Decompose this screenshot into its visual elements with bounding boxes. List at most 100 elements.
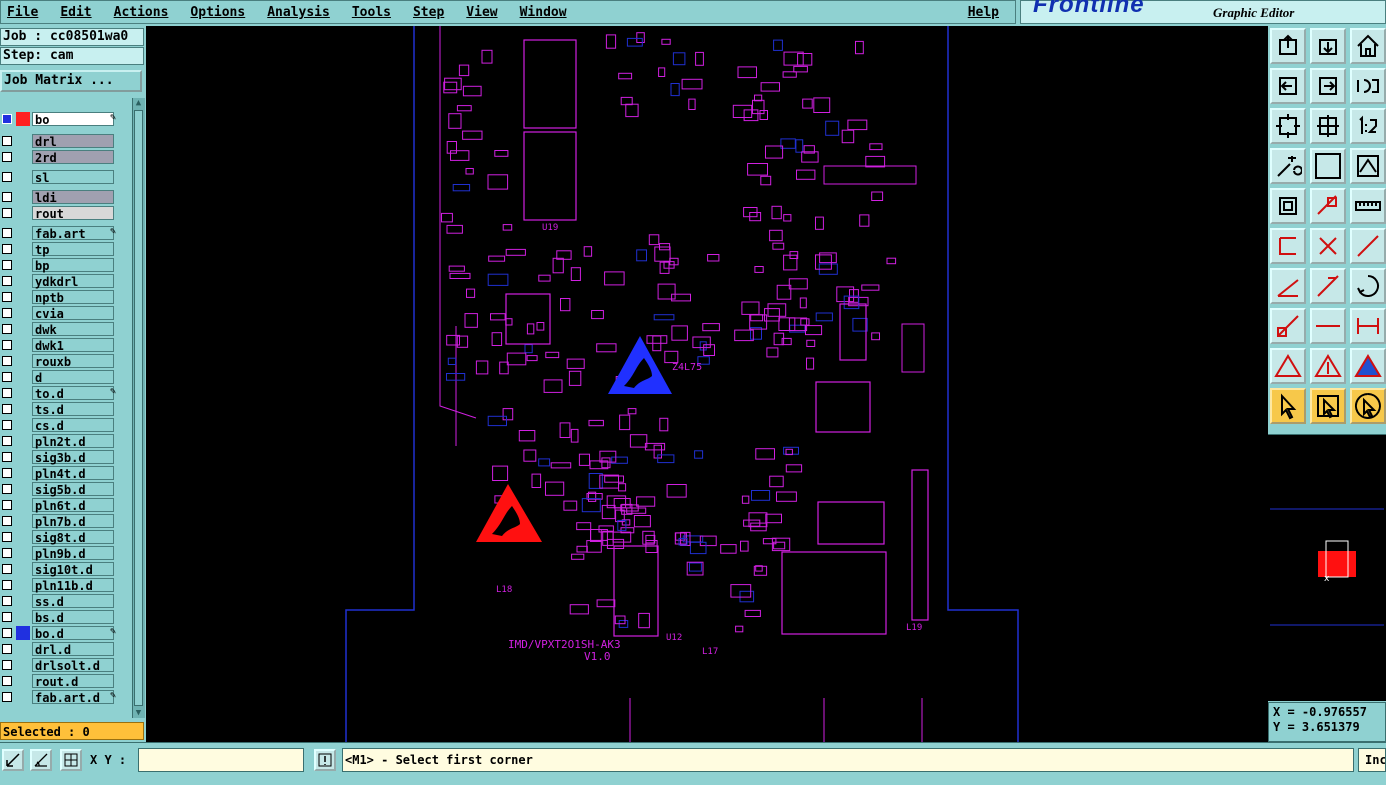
layer-checkbox[interactable] bbox=[2, 208, 12, 218]
layer-row-d[interactable]: d bbox=[0, 370, 118, 385]
layer-row-ydkdrl[interactable]: ydkdrl bbox=[0, 274, 118, 289]
rectangle-zoom-button[interactable] bbox=[1310, 188, 1346, 224]
layer-checkbox[interactable] bbox=[2, 372, 12, 382]
layer-color-swatch[interactable] bbox=[16, 386, 30, 400]
layer-checkbox[interactable] bbox=[2, 136, 12, 146]
layer-checkbox[interactable] bbox=[2, 260, 12, 270]
menu-actions[interactable]: Actions bbox=[114, 5, 169, 20]
layer-name[interactable]: drlsolt.d bbox=[32, 658, 114, 673]
layer-name[interactable]: bp bbox=[32, 258, 114, 273]
node-select-button[interactable] bbox=[1270, 308, 1306, 344]
layer-row-dwk1[interactable]: dwk1 bbox=[0, 338, 118, 353]
layer-name[interactable]: rout.d bbox=[32, 674, 114, 689]
layer-name[interactable]: sig10t.d bbox=[32, 562, 114, 577]
layer-name[interactable]: sl bbox=[32, 170, 114, 185]
increment-indicator[interactable]: Inc bbox=[1358, 748, 1386, 772]
layer-row-cvia[interactable]: cvia bbox=[0, 306, 118, 321]
layer-name[interactable]: sig8t.d bbox=[32, 530, 114, 545]
layer-color-swatch[interactable] bbox=[16, 578, 30, 592]
layer-row-sig8t-d[interactable]: sig8t.d bbox=[0, 530, 118, 545]
triangle-outline-button[interactable] bbox=[1270, 348, 1306, 384]
layer-row-pln2t-d[interactable]: pln2t.d bbox=[0, 434, 118, 449]
layer-row-drl-d[interactable]: drl.d bbox=[0, 642, 118, 657]
layer-name[interactable]: bo.d bbox=[32, 626, 114, 641]
layer-checkbox[interactable] bbox=[2, 516, 12, 526]
layer-name[interactable]: sig3b.d bbox=[32, 450, 114, 465]
layer-color-swatch[interactable] bbox=[16, 450, 30, 464]
layer-row-ldi[interactable]: ldi bbox=[0, 190, 118, 205]
menu-help[interactable]: Help bbox=[968, 5, 999, 20]
job-matrix-button[interactable]: Job Matrix ... bbox=[0, 70, 142, 92]
layer-color-swatch[interactable] bbox=[16, 290, 30, 304]
delete-cross-button[interactable] bbox=[1310, 228, 1346, 264]
layer-checkbox[interactable] bbox=[2, 436, 12, 446]
layer-name[interactable]: to.d bbox=[32, 386, 114, 401]
layer-row-pln6t-d[interactable]: pln6t.d bbox=[0, 498, 118, 513]
layer-row-dwk[interactable]: dwk bbox=[0, 322, 118, 337]
layer-row-ts-d[interactable]: ts.d bbox=[0, 402, 118, 417]
scale-1-2-button[interactable] bbox=[1350, 108, 1386, 144]
layer-checkbox[interactable] bbox=[2, 628, 12, 638]
angle-mode-button[interactable] bbox=[30, 749, 52, 771]
layer-row-bs-d[interactable]: bs.d bbox=[0, 610, 118, 625]
layer-color-swatch[interactable] bbox=[16, 190, 30, 204]
layer-checkbox[interactable] bbox=[2, 548, 12, 558]
layer-checkbox[interactable] bbox=[2, 340, 12, 350]
layer-color-swatch[interactable] bbox=[16, 402, 30, 416]
layer-checkbox[interactable] bbox=[2, 192, 12, 202]
layer-checkbox[interactable] bbox=[2, 468, 12, 478]
layer-color-swatch[interactable] bbox=[16, 322, 30, 336]
layer-name[interactable]: pln9b.d bbox=[32, 546, 114, 561]
snap-mode-button[interactable] bbox=[2, 749, 24, 771]
layer-checkbox[interactable] bbox=[2, 228, 12, 238]
layer-checkbox[interactable] bbox=[2, 580, 12, 590]
layer-row-sig5b-d[interactable]: sig5b.d bbox=[0, 482, 118, 497]
layer-row-fab-art-d[interactable]: fab.art.d ✎ bbox=[0, 690, 118, 705]
layer-name[interactable]: d bbox=[32, 370, 114, 385]
layer-row-rout[interactable]: rout bbox=[0, 206, 118, 221]
layer-name[interactable]: pln7b.d bbox=[32, 514, 114, 529]
horizontal-line-button[interactable] bbox=[1310, 308, 1346, 344]
layer-name[interactable]: pln2t.d bbox=[32, 434, 114, 449]
layer-color-swatch[interactable] bbox=[16, 370, 30, 384]
layer-row-fab-art[interactable]: fab.art ✎ bbox=[0, 226, 118, 241]
layer-row-sl[interactable]: sl bbox=[0, 170, 118, 185]
layer-row-pln7b-d[interactable]: pln7b.d bbox=[0, 514, 118, 529]
layer-checkbox[interactable] bbox=[2, 388, 12, 398]
layer-row-2rd[interactable]: 2rd bbox=[0, 150, 118, 165]
layer-color-swatch[interactable] bbox=[16, 338, 30, 352]
layer-checkbox[interactable] bbox=[2, 676, 12, 686]
layer-row-tp[interactable]: tp bbox=[0, 242, 118, 257]
layer-name[interactable]: dwk bbox=[32, 322, 114, 337]
layer-color-swatch[interactable] bbox=[16, 134, 30, 148]
grid-toggle-button[interactable] bbox=[1310, 148, 1346, 184]
alert-button[interactable] bbox=[314, 749, 336, 771]
layer-row-cs-d[interactable]: cs.d bbox=[0, 418, 118, 433]
layer-color-swatch[interactable] bbox=[16, 206, 30, 220]
layer-name[interactable]: cs.d bbox=[32, 418, 114, 433]
layer-checkbox[interactable] bbox=[2, 484, 12, 494]
layer-color-swatch[interactable] bbox=[16, 354, 30, 368]
layer-color-swatch[interactable] bbox=[16, 562, 30, 576]
layer-row-pln4t-d[interactable]: pln4t.d bbox=[0, 466, 118, 481]
zoom-in-button[interactable] bbox=[1310, 108, 1346, 144]
pan-left-button[interactable] bbox=[1270, 68, 1306, 104]
layer-checkbox[interactable] bbox=[2, 500, 12, 510]
layer-color-swatch[interactable] bbox=[16, 642, 30, 656]
layer-row-rout-d[interactable]: rout.d bbox=[0, 674, 118, 689]
scroll-down-icon[interactable]: ▼ bbox=[134, 708, 143, 718]
layer-color-swatch[interactable] bbox=[16, 690, 30, 704]
layer-checkbox[interactable] bbox=[2, 172, 12, 182]
layer-checkbox[interactable] bbox=[2, 612, 12, 622]
menu-analysis[interactable]: Analysis bbox=[267, 5, 330, 20]
layer-color-swatch[interactable] bbox=[16, 610, 30, 624]
layer-checkbox[interactable] bbox=[2, 152, 12, 162]
layer-color-swatch[interactable] bbox=[16, 514, 30, 528]
xy-input[interactable] bbox=[138, 748, 304, 772]
layer-name[interactable]: bs.d bbox=[32, 610, 114, 625]
layer-name[interactable]: fab.art bbox=[32, 226, 114, 241]
layer-row-sig10t-d[interactable]: sig10t.d bbox=[0, 562, 118, 577]
layer-color-swatch[interactable] bbox=[16, 226, 30, 240]
layer-checkbox[interactable] bbox=[2, 292, 12, 302]
layer-checkbox[interactable] bbox=[2, 244, 12, 254]
